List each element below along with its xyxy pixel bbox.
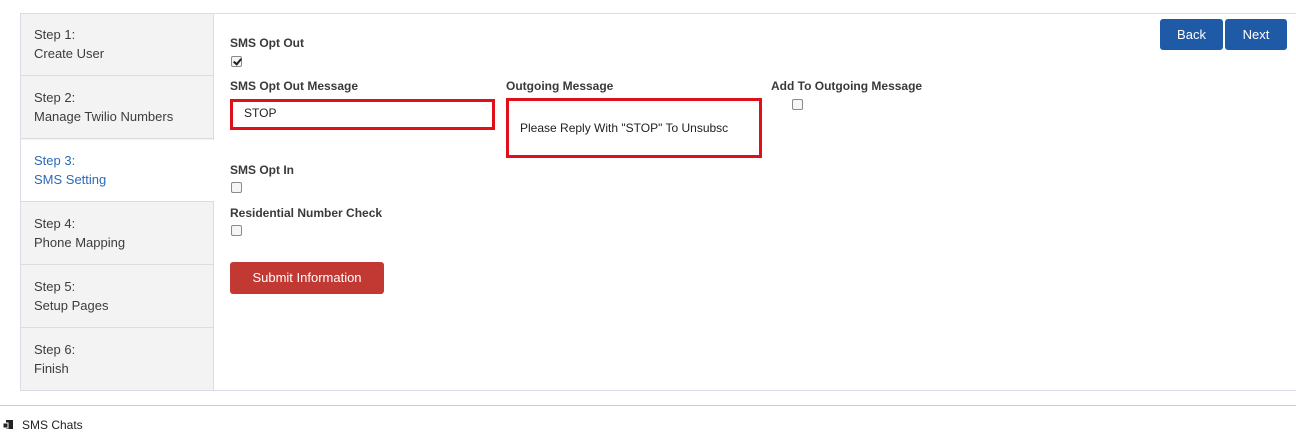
sms-opt-in-checkbox[interactable] (231, 182, 242, 193)
step-number: Step 5: (34, 279, 76, 294)
step-number: Step 6: (34, 342, 76, 357)
residential-check-label: Residential Number Check (230, 206, 383, 220)
step-label: Setup Pages (34, 298, 109, 313)
opt-out-message-input[interactable]: STOP (230, 99, 495, 130)
steps-sidebar: Step 1: Create User Step 2: Manage Twili… (21, 14, 214, 390)
next-button[interactable]: Next (1225, 19, 1287, 50)
add-to-outgoing-label: Add To Outgoing Message (771, 79, 923, 93)
outgoing-message-label: Outgoing Message (506, 79, 614, 93)
sms-opt-out-label: SMS Opt Out (230, 36, 304, 50)
residential-check-checkbox[interactable] (231, 225, 242, 236)
sms-opt-out-checkbox[interactable] (231, 56, 242, 67)
sms-settings-form: Back Next SMS Opt Out SMS Opt Out Messag… (214, 14, 1296, 390)
step-number: Step 1: (34, 27, 76, 42)
sidebar-step-4[interactable]: Step 4: Phone Mapping (21, 203, 213, 265)
sidebar-step-1[interactable]: Step 1: Create User (21, 14, 213, 76)
step-number: Step 3: (34, 153, 76, 168)
step-label: Manage Twilio Numbers (34, 109, 174, 124)
add-to-outgoing-checkbox[interactable] (792, 99, 803, 110)
step-label: Phone Mapping (34, 235, 126, 250)
back-button[interactable]: Back (1160, 19, 1223, 50)
chat-icon (3, 420, 13, 429)
opt-out-message-label: SMS Opt Out Message (230, 79, 359, 93)
sidebar-step-2[interactable]: Step 2: Manage Twilio Numbers (21, 77, 213, 139)
step-label: Create User (34, 46, 105, 61)
sidebar-step-6[interactable]: Step 6: Finish (21, 329, 213, 391)
step-number: Step 4: (34, 216, 76, 231)
sidebar-step-3[interactable]: Step 3: SMS Setting (21, 140, 214, 202)
footer-divider (0, 405, 1296, 406)
step-number: Step 2: (34, 90, 76, 105)
submit-information-button[interactable]: Submit Information (230, 262, 384, 294)
sms-opt-in-label: SMS Opt In (230, 163, 294, 177)
opt-out-message-value: STOP (244, 106, 277, 120)
sms-chats-tab[interactable]: SMS Chats (3, 418, 83, 432)
outgoing-message-value: Please Reply With "STOP" To Unsubsc (520, 121, 729, 135)
sidebar-step-5[interactable]: Step 5: Setup Pages (21, 266, 213, 328)
step-label: Finish (34, 361, 69, 376)
setup-wizard-panel: Step 1: Create User Step 2: Manage Twili… (20, 13, 1296, 391)
sms-chats-label: SMS Chats (22, 418, 83, 432)
step-label: SMS Setting (34, 172, 107, 187)
outgoing-message-textarea[interactable]: Please Reply With "STOP" To Unsubsc (506, 98, 762, 158)
